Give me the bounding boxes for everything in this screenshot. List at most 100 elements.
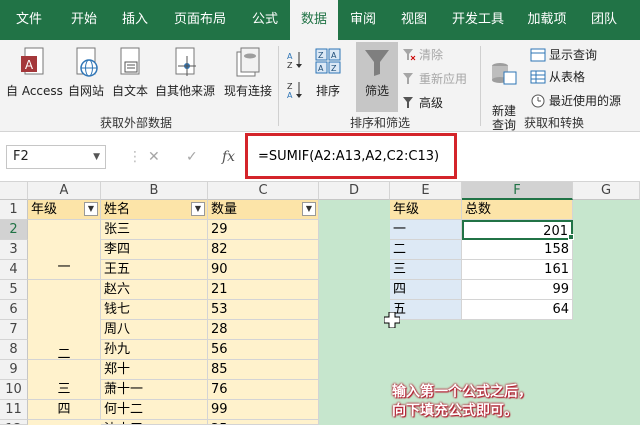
name-cell[interactable]: 孙九	[101, 340, 208, 360]
col-header-f[interactable]: F	[462, 182, 573, 200]
name-cell[interactable]: 赵六	[101, 280, 208, 300]
name-cell[interactable]: 王五	[101, 260, 208, 280]
summary-total-cell[interactable]: 158	[462, 240, 573, 260]
fill-handle[interactable]	[568, 234, 574, 240]
qty-cell[interactable]: 82	[208, 240, 319, 260]
tab-home[interactable]: 开始	[58, 0, 110, 40]
tab-addins[interactable]: 加载项	[516, 0, 578, 40]
reapply-button[interactable]: 重新应用	[402, 70, 467, 87]
row-header[interactable]: 1	[0, 200, 28, 220]
name-cell[interactable]: 沈十三	[101, 420, 208, 425]
name-cell[interactable]: 郑十	[101, 360, 208, 380]
row-header[interactable]: 11	[0, 400, 28, 420]
tab-team[interactable]: 团队	[578, 0, 630, 40]
name-cell[interactable]: 张三	[101, 220, 208, 240]
row-header[interactable]: 4	[0, 260, 28, 280]
summary-header-total[interactable]: 总数	[462, 200, 573, 220]
qty-cell[interactable]: 76	[208, 380, 319, 400]
grade-cell[interactable]	[28, 360, 101, 380]
summary-total-cell[interactable]: 161	[462, 260, 573, 280]
sort-button[interactable]: ZAAZ 排序	[310, 46, 346, 99]
filter-dropdown-icon[interactable]: ▼	[191, 202, 205, 216]
qty-cell[interactable]: 28	[208, 320, 319, 340]
qty-cell[interactable]: 85	[208, 360, 319, 380]
tab-view[interactable]: 视图	[388, 0, 440, 40]
row-header[interactable]: 3	[0, 240, 28, 260]
summary-grade-cell[interactable]: 三	[390, 260, 462, 280]
col-header-e[interactable]: E	[390, 182, 462, 200]
summary-header-grade[interactable]: 年级	[390, 200, 462, 220]
from-other-sources-button[interactable]: 自其他来源	[152, 46, 218, 99]
qty-cell[interactable]: 29	[208, 220, 319, 240]
tab-data[interactable]: 数据	[290, 0, 338, 40]
sort-az-button[interactable]: AZ	[286, 50, 304, 70]
summary-grade-cell[interactable]: 二	[390, 240, 462, 260]
name-cell[interactable]: 李四	[101, 240, 208, 260]
filter-dropdown-icon[interactable]: ▼	[302, 202, 316, 216]
name-cell[interactable]: 何十二	[101, 400, 208, 420]
select-all-corner[interactable]	[0, 182, 28, 200]
col-header-d[interactable]: D	[319, 182, 390, 200]
grade-cell[interactable]: 四	[28, 400, 101, 420]
header-cell-qty[interactable]: 数量 ▼	[208, 200, 319, 220]
row-header[interactable]: 8	[0, 340, 28, 360]
summary-total-cell-selected[interactable]: 201	[462, 220, 573, 240]
qty-cell[interactable]: 90	[208, 260, 319, 280]
advanced-filter-button[interactable]: 高级	[402, 94, 443, 111]
row-header[interactable]: 12	[0, 420, 28, 425]
tab-formulas[interactable]: 公式	[240, 0, 290, 40]
chevron-down-icon[interactable]: ▼	[93, 146, 100, 168]
insert-function-icon[interactable]: fx	[222, 149, 235, 165]
name-cell[interactable]: 萧十一	[101, 380, 208, 400]
name-box[interactable]: F2 ▼	[6, 145, 106, 169]
filter-dropdown-icon[interactable]: ▼	[84, 202, 98, 216]
show-queries-button[interactable]: 显示查询	[530, 46, 597, 63]
row-header[interactable]: 6	[0, 300, 28, 320]
col-header-a[interactable]: A	[28, 182, 101, 200]
from-web-button[interactable]: 自网站	[64, 46, 108, 99]
header-cell-grade[interactable]: 年级 ▼	[28, 200, 101, 220]
cancel-icon[interactable]: ✕	[148, 149, 160, 165]
row-header[interactable]: 10	[0, 380, 28, 400]
grade-cell[interactable]: 三	[28, 380, 101, 400]
qty-cell[interactable]: 53	[208, 300, 319, 320]
sort-za-button[interactable]: ZA	[286, 80, 304, 100]
clock-icon	[531, 94, 545, 107]
qty-cell[interactable]: 25	[208, 420, 319, 425]
summary-total-cell[interactable]: 99	[462, 280, 573, 300]
tab-file[interactable]: 文件	[0, 0, 58, 40]
recent-sources-button[interactable]: 最近使用的源	[530, 92, 621, 109]
row-header[interactable]: 7	[0, 320, 28, 340]
summary-grade-cell[interactable]: 一	[390, 220, 462, 240]
summary-grade-cell[interactable]: 五	[390, 300, 462, 320]
tab-developer[interactable]: 开发工具	[440, 0, 516, 40]
summary-grade-cell[interactable]: 四	[390, 280, 462, 300]
row-header[interactable]: 9	[0, 360, 28, 380]
enter-icon[interactable]: ✓	[186, 149, 198, 165]
from-access-button[interactable]: A 自 Access	[6, 46, 63, 99]
summary-total-cell[interactable]: 64	[462, 300, 573, 320]
name-cell[interactable]: 钱七	[101, 300, 208, 320]
from-table-button[interactable]: 从表格	[530, 68, 585, 85]
existing-connections-button[interactable]: 现有连接	[222, 46, 274, 99]
filter-button[interactable]: 筛选	[356, 42, 398, 112]
grade-cell[interactable]: 一	[28, 220, 101, 280]
tab-page-layout[interactable]: 页面布局	[160, 0, 240, 40]
row-header[interactable]: 2	[0, 220, 28, 240]
header-cell-name[interactable]: 姓名 ▼	[101, 200, 208, 220]
name-cell[interactable]: 周八	[101, 320, 208, 340]
qty-cell[interactable]: 56	[208, 340, 319, 360]
tab-insert[interactable]: 插入	[110, 0, 160, 40]
col-header-c[interactable]: C	[208, 182, 319, 200]
col-header-b[interactable]: B	[101, 182, 208, 200]
row-header[interactable]: 5	[0, 280, 28, 300]
grade-cell[interactable]: 二	[28, 280, 101, 360]
tab-review[interactable]: 审阅	[338, 0, 388, 40]
qty-cell[interactable]: 99	[208, 400, 319, 420]
from-text-button[interactable]: 自文本	[108, 46, 152, 99]
svg-text:Z: Z	[287, 61, 293, 70]
new-query-button[interactable]: 新建 查询	[484, 46, 524, 132]
col-header-g[interactable]: G	[573, 182, 640, 200]
clear-filter-button[interactable]: 清除	[402, 46, 443, 63]
qty-cell[interactable]: 21	[208, 280, 319, 300]
